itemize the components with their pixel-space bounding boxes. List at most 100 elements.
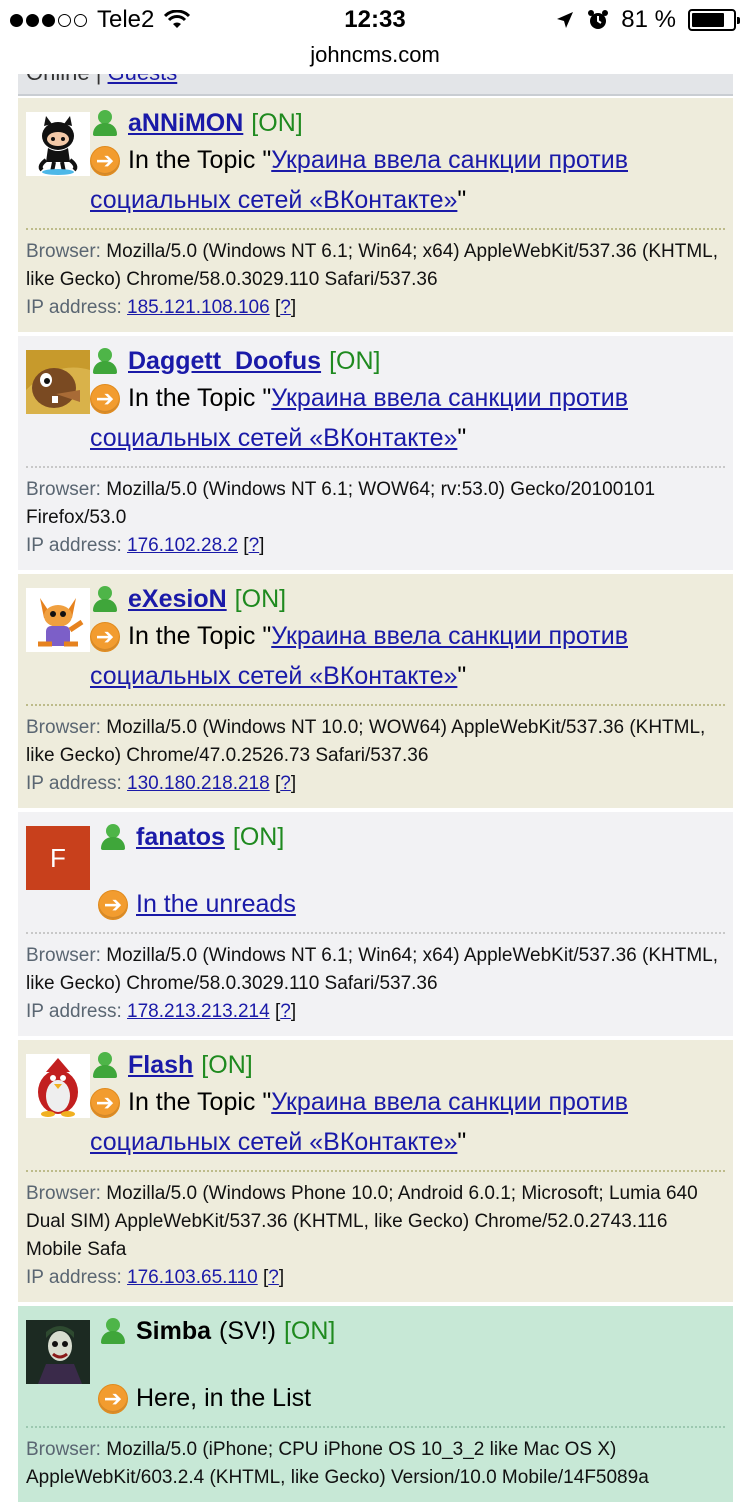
arrow-right-icon: ➔ xyxy=(90,622,120,653)
location-prefix: In the Topic " xyxy=(128,384,272,412)
arrow-right-icon: ➔ xyxy=(90,384,120,415)
user-name-line: Simba (SV!) [ON] xyxy=(98,1314,725,1348)
ip-label: IP address: xyxy=(26,1001,122,1022)
avatar xyxy=(26,350,90,414)
user-info: Browser: Mozilla/5.0 (Windows NT 6.1; WO… xyxy=(26,476,725,560)
avatar xyxy=(26,588,90,652)
user-name-link[interactable]: aNNiMON xyxy=(128,109,243,138)
location-suffix: " xyxy=(457,424,467,452)
ip-info: IP address: 176.103.65.110 [?] xyxy=(26,1264,725,1292)
ip-link[interactable]: 178.213.213.214 xyxy=(127,1001,270,1022)
arrow-right-icon: ➔ xyxy=(98,890,128,921)
avatar xyxy=(26,1320,90,1384)
user-icon xyxy=(90,346,120,376)
browser-label: Browser: xyxy=(26,945,101,966)
online-status: [ON] xyxy=(201,1050,253,1079)
ip-label: IP address: xyxy=(26,297,122,318)
browser-label: Browser: xyxy=(26,717,101,738)
help-close: ] xyxy=(278,1267,285,1288)
ip-help-link[interactable]: ? xyxy=(280,1001,291,1022)
ip-info: IP address: 176.102.28.2 [?] xyxy=(26,532,725,560)
browser-info: Browser: Mozilla/5.0 (Windows Phone 10.0… xyxy=(26,1180,725,1264)
ip-link[interactable]: 185.121.108.106 xyxy=(127,297,270,318)
location-suffix: " xyxy=(457,186,467,214)
browser-value: Mozilla/5.0 (Windows Phone 10.0; Android… xyxy=(26,1183,698,1260)
user-location: ➔ In the Topic "Украина ввела санкции про… xyxy=(90,378,725,458)
browser-value: Mozilla/5.0 (Windows NT 6.1; WOW64; rv:5… xyxy=(26,479,656,528)
online-status: [ON] xyxy=(329,346,381,375)
guests-link[interactable]: Guests xyxy=(108,74,178,85)
help-close: ] xyxy=(259,535,265,556)
user-icon xyxy=(98,1316,128,1346)
user-role: (SV!) xyxy=(219,1316,276,1345)
user-name-link[interactable]: Daggett_Doofus xyxy=(128,347,321,376)
arrow-right-icon: ➔ xyxy=(98,1384,128,1415)
online-status: [ON] xyxy=(232,822,285,851)
ip-help-link[interactable]: ? xyxy=(268,1267,279,1288)
user-name-link[interactable]: eXesioN xyxy=(128,585,227,614)
ip-help-link[interactable]: ? xyxy=(280,297,291,318)
ip-help-link[interactable]: ? xyxy=(280,773,291,794)
list-item: eXesioN [ON] ➔ In the Topic "Украина ввела … xyxy=(18,574,733,812)
divider xyxy=(26,932,725,934)
divider xyxy=(26,228,725,230)
help-close: ] xyxy=(290,773,297,794)
divider xyxy=(26,1426,725,1428)
user-info: Browser: Mozilla/5.0 (Windows NT 6.1; Wi… xyxy=(26,238,725,322)
user-name-line: Flash [ON] xyxy=(90,1048,725,1082)
list-item: Flash [ON] ➔ In the Topic "Украина ввела са… xyxy=(18,1040,733,1306)
user-name-line: eXesioN [ON] xyxy=(90,582,725,616)
alarm-icon xyxy=(588,10,609,29)
user-name-link[interactable]: Flash xyxy=(128,1051,193,1080)
browser-label: Browser: xyxy=(26,1183,101,1204)
browser-info: Browser: Mozilla/5.0 (Windows NT 10.0; W… xyxy=(26,714,725,770)
ip-info: IP address: 185.121.108.106 [?] xyxy=(26,294,725,322)
ip-info: IP address: 130.180.218.218 [?] xyxy=(26,770,725,798)
location-text: Here, in the List xyxy=(136,1384,312,1412)
avatar xyxy=(26,1054,90,1118)
list-item: aNNiMON [ON] ➔ In the Topic "Украина ввела … xyxy=(18,98,733,336)
online-status: [ON] xyxy=(283,1316,336,1345)
browser-value: Mozilla/5.0 (Windows NT 6.1; Win64; x64)… xyxy=(26,241,719,290)
list-item: Daggett_Doofus [ON] ➔ In the Topic "Украина… xyxy=(18,336,733,574)
location-prefix: In the Topic " xyxy=(128,1088,272,1116)
arrow-right-icon: ➔ xyxy=(90,1088,120,1119)
ip-link[interactable]: 130.180.218.218 xyxy=(127,773,270,794)
url-text: johncms.com xyxy=(310,42,440,67)
browser-label: Browser: xyxy=(26,479,101,500)
unreads-link[interactable]: In the unreads xyxy=(136,890,296,918)
divider xyxy=(26,704,725,706)
user-name: Simba xyxy=(136,1316,212,1345)
browser-info: Browser: Mozilla/5.0 (iPhone; CPU iPhone… xyxy=(26,1436,725,1492)
user-info: Browser: Mozilla/5.0 (Windows NT 10.0; W… xyxy=(26,714,725,798)
top-label: Online xyxy=(26,74,90,85)
user-location: ➔ In the unreads xyxy=(98,884,725,924)
user-header: Simba (SV!) [ON] xyxy=(26,1314,725,1384)
user-info: Browser: Mozilla/5.0 (Windows Phone 10.0… xyxy=(26,1180,725,1292)
browser-info: Browser: Mozilla/5.0 (Windows NT 6.1; Wi… xyxy=(26,238,725,294)
address-bar[interactable]: johncms.com xyxy=(0,40,750,78)
browser-info: Browser: Mozilla/5.0 (Windows NT 6.1; WO… xyxy=(26,476,725,532)
online-users-list: aNNiMON [ON] ➔ In the Topic "Украина ввела … xyxy=(18,98,733,1506)
location-suffix: " xyxy=(457,662,467,690)
browser-value: Mozilla/5.0 (Windows NT 6.1; Win64; x64)… xyxy=(26,945,719,994)
online-status: [ON] xyxy=(234,584,287,613)
location-prefix: In the Topic " xyxy=(128,146,272,174)
browser-label: Browser: xyxy=(26,1439,101,1460)
user-icon xyxy=(98,822,128,852)
top-section-partial: Online | Guests xyxy=(18,74,733,96)
ip-help-link[interactable]: ? xyxy=(249,535,260,556)
user-icon xyxy=(90,584,120,614)
user-location: ➔ Here, in the List xyxy=(98,1378,725,1418)
status-bar: Tele2 12:33 81 % xyxy=(0,0,750,42)
user-header: Ffanatos [ON] xyxy=(26,820,725,890)
battery-percent: 81 % xyxy=(621,6,676,33)
location-suffix: " xyxy=(457,1128,467,1156)
ip-label: IP address: xyxy=(26,535,122,556)
avatar: F xyxy=(26,826,90,890)
user-location: ➔ In the Topic "Украина ввела санкции про… xyxy=(90,140,725,220)
help-close: ] xyxy=(290,1001,297,1022)
ip-link[interactable]: 176.103.65.110 xyxy=(127,1267,258,1288)
ip-link[interactable]: 176.102.28.2 xyxy=(127,535,238,556)
user-name-link[interactable]: fanatos xyxy=(136,823,225,852)
